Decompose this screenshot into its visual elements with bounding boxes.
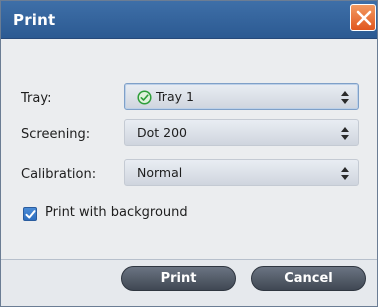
check-circle-icon bbox=[137, 90, 152, 105]
updown-arrows-icon bbox=[341, 91, 349, 104]
calibration-value: Normal bbox=[137, 165, 183, 180]
cancel-button[interactable]: Cancel bbox=[251, 266, 366, 291]
close-button[interactable] bbox=[350, 4, 376, 31]
print-with-background-label[interactable]: Print with background bbox=[45, 205, 188, 220]
dialog-body bbox=[1, 40, 377, 260]
checkmark-icon bbox=[25, 210, 36, 219]
screening-label: Screening: bbox=[21, 127, 91, 142]
title-bar[interactable]: Print bbox=[1, 1, 377, 39]
dialog-title: Print bbox=[13, 11, 56, 29]
calibration-select[interactable]: Normal bbox=[124, 159, 359, 186]
close-icon bbox=[356, 10, 372, 26]
print-with-background-checkbox[interactable] bbox=[23, 207, 37, 221]
print-dialog: Print Tray: Tray 1 Screening: Dot 200 Ca… bbox=[0, 0, 378, 307]
screening-select[interactable]: Dot 200 bbox=[124, 119, 359, 146]
calibration-label: Calibration: bbox=[21, 167, 97, 182]
tray-label: Tray: bbox=[21, 91, 52, 106]
tray-select[interactable]: Tray 1 bbox=[124, 83, 359, 110]
updown-arrows-icon bbox=[341, 167, 349, 180]
updown-arrows-icon bbox=[341, 127, 349, 140]
tray-value: Tray 1 bbox=[156, 89, 194, 104]
screening-value: Dot 200 bbox=[137, 125, 188, 140]
print-button[interactable]: Print bbox=[121, 266, 236, 291]
